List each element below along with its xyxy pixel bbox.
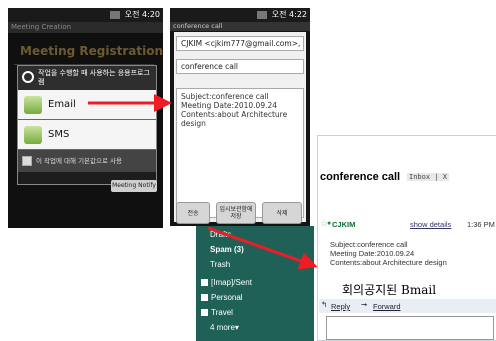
gmail-message-view: conference call Inbox | X ☆ ● CJKIM show… (317, 135, 496, 341)
show-details-link[interactable]: show details (410, 220, 451, 229)
sidebar-item-trash[interactable]: Trash (210, 260, 230, 269)
send-button[interactable]: 전송 (176, 202, 210, 224)
compose-button-row: 전송 임시보관함에 저장 삭제 (174, 202, 306, 224)
reply-textarea[interactable] (326, 316, 494, 340)
sidebar-item-drafts[interactable]: Drafts (210, 230, 231, 239)
gmail-sidebar: Drafts Spam (3) Trash [Imap]/Sent Person… (196, 226, 314, 341)
reply-link[interactable]: Reply (331, 302, 350, 311)
reply-toolbar: ↰ Reply ➞ Forward (319, 299, 496, 313)
email-app-icon (24, 96, 42, 114)
inbox-label-chip[interactable]: Inbox | X (407, 173, 449, 181)
sidebar-label-personal[interactable]: Personal (201, 293, 243, 302)
status-time: 오전 4:22 (271, 10, 307, 19)
sender-name[interactable]: CJKIM (332, 220, 355, 229)
sidebar-more-link[interactable]: 4 more▾ (210, 323, 239, 332)
phone-screen-compose: 오전 4:22 conference call CJKIM <cjkim777@… (170, 8, 310, 226)
reply-icon: ↰ (321, 300, 328, 309)
compose-form: CJKIM <cjkim777@gmail.com>, conference c… (174, 32, 306, 222)
chooser-item-email[interactable]: Email (18, 90, 156, 120)
signal-icon (110, 10, 121, 19)
save-draft-button[interactable]: 임시보관함에 저장 (216, 202, 256, 224)
status-bar: 오전 4:20 (8, 8, 163, 22)
to-field[interactable]: CJKIM <cjkim777@gmail.com>, (176, 36, 304, 51)
window-title: Meeting Creation (8, 22, 163, 33)
online-status-icon: ● (327, 220, 332, 227)
status-bar: 오전 4:22 (170, 8, 310, 22)
message-time: 1:36 PM (467, 220, 495, 229)
forward-link[interactable]: Forward (373, 302, 401, 311)
label-color-icon (201, 294, 208, 301)
sidebar-item-spam[interactable]: Spam (3) (210, 245, 244, 254)
app-chooser-icon (22, 71, 34, 83)
forward-icon: ➞ (361, 300, 368, 309)
sidebar-label-travel[interactable]: Travel (201, 308, 233, 317)
message-body: Subject:conference call Meeting Date:201… (330, 240, 447, 267)
signal-icon (257, 10, 268, 19)
sms-app-icon (24, 126, 42, 144)
meeting-notify-button[interactable]: Meeting Notify (111, 180, 157, 192)
message-subject: conference call (320, 171, 401, 183)
figure-caption: 회의공지된 Bmail (342, 283, 437, 297)
status-time: 오전 4:20 (124, 10, 160, 19)
chooser-title: 작업을 수행할 때 사용하는 응용프로그램 (18, 66, 156, 90)
message-body-field[interactable]: Subject:conference call Meeting Date:201… (176, 88, 304, 218)
subject-field[interactable]: conference call (176, 59, 304, 74)
page-title: Meeting Registration (20, 44, 163, 58)
label-color-icon (201, 309, 208, 316)
message-header: ☆ ● CJKIM show details 1:36 PM (320, 216, 496, 232)
delete-button[interactable]: 삭제 (262, 202, 302, 224)
label-color-icon (201, 279, 208, 286)
phone-screen-meeting: 오전 4:20 Meeting Creation Meeting Registr… (8, 8, 163, 228)
chooser-item-sms[interactable]: SMS (18, 120, 156, 150)
sidebar-label-sent[interactable]: [Imap]/Sent (201, 278, 252, 287)
window-title: conference call (170, 22, 310, 31)
checkbox-icon (22, 156, 32, 166)
app-chooser-dialog: 작업을 수행할 때 사용하는 응용프로그램 Email SMS 이 작업에 대해… (17, 65, 157, 185)
use-default-checkbox[interactable]: 이 작업에 대해 기본값으로 사용 (18, 150, 156, 172)
